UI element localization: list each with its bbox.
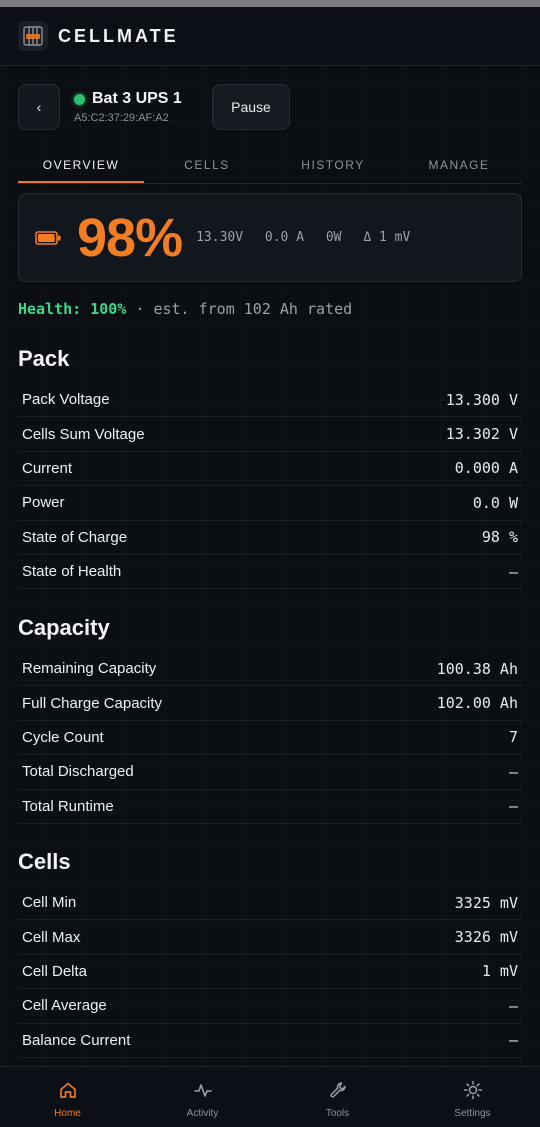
row-label: State of Charge — [22, 528, 128, 546]
device-info: Bat 3 UPS 1 A5:C2:37:29:AF:A2 — [74, 90, 200, 124]
health-note: · est. from 102 Ah rated — [135, 300, 353, 318]
cells-row: Cell Delta 1 mV — [18, 955, 522, 990]
row-label: Remaining Capacity — [22, 660, 157, 678]
row-value: 3325 mV — [454, 893, 518, 912]
nav-activity[interactable]: Activity — [135, 1067, 270, 1127]
app-title: CELLMATE — [58, 25, 179, 46]
pack-section-title: Pack — [18, 346, 70, 371]
row-value: 13.300 V — [445, 390, 518, 409]
pack-row: State of Health – — [18, 555, 522, 590]
cells-row: Balance Current – — [18, 1024, 522, 1058]
wrench-icon — [328, 1080, 348, 1105]
row-label: Cell Average — [22, 997, 107, 1015]
summary-card: 98% 13.30V 0.0 A 0W Δ 1 mV — [18, 193, 522, 282]
cells-section-title: Cells — [18, 849, 71, 874]
row-value: 102.00 Ah — [436, 694, 518, 713]
summary-power: 0W — [325, 230, 342, 245]
row-label: Balance Current — [22, 1031, 131, 1049]
row-label: Power — [22, 494, 65, 512]
device-mac: A5:C2:37:29:AF:A2 — [74, 112, 169, 124]
nav-label: Settings — [454, 1108, 491, 1119]
app-bar: CELLMATE — [0, 7, 540, 66]
row-label: State of Health — [22, 563, 122, 581]
activity-icon — [193, 1080, 213, 1105]
row-value: 98 % — [481, 528, 518, 547]
cells-row: Cell Average – — [18, 989, 522, 1024]
row-value: 3326 mV — [454, 928, 518, 947]
pack-row: State of Charge 98 % — [18, 521, 522, 555]
health-label: Health: — [18, 300, 82, 318]
capacity-row: Full Charge Capacity 102.00 Ah — [18, 686, 522, 721]
row-value: – — [508, 1031, 518, 1050]
summary-metrics: 13.30V 0.0 A 0W Δ 1 mV — [196, 230, 424, 245]
state-of-charge: 98% — [77, 207, 183, 268]
battery-icon — [35, 230, 61, 245]
summary-delta: Δ 1 mV — [363, 230, 411, 245]
capacity-row: Cycle Count 7 — [18, 721, 522, 756]
home-icon — [58, 1080, 78, 1105]
tab-history[interactable]: HISTORY — [270, 146, 396, 183]
device-name: Bat 3 UPS 1 — [92, 90, 182, 107]
health-line: Health: 100% · est. from 102 Ah rated — [18, 300, 352, 318]
tab-manage[interactable]: MANAGE — [396, 146, 522, 183]
capacity-row: Total Runtime – — [18, 790, 522, 824]
tab-cells[interactable]: CELLS — [144, 146, 270, 183]
row-value: 7 — [508, 728, 518, 747]
cells-row: Cell Min 3325 mV — [18, 886, 522, 921]
chevron-left-icon: ‹ — [36, 99, 42, 115]
row-label: Cycle Count — [22, 728, 104, 746]
tab-overview[interactable]: OVERVIEW — [18, 146, 144, 183]
row-value: – — [508, 562, 518, 581]
row-value: – — [508, 996, 518, 1015]
row-label: Total Runtime — [22, 797, 114, 815]
pack-row: Cells Sum Voltage 13.302 V — [18, 417, 522, 452]
tab-bar: OVERVIEW CELLS HISTORY MANAGE — [18, 146, 522, 184]
row-label: Full Charge Capacity — [22, 694, 163, 712]
nav-label: Tools — [325, 1108, 350, 1119]
capacity-list: Remaining Capacity 100.38 Ah Full Charge … — [18, 652, 522, 824]
nav-label: Home — [54, 1108, 81, 1119]
pack-row: Pack Voltage 13.300 V — [18, 383, 522, 418]
nav-settings[interactable]: Settings — [405, 1067, 540, 1127]
capacity-row: Remaining Capacity 100.38 Ah — [18, 652, 522, 687]
capacity-row: Total Discharged – — [18, 755, 522, 790]
row-value: – — [508, 797, 518, 816]
cells-row: Cell Max 3326 mV — [18, 920, 522, 955]
summary-voltage: 13.30V — [196, 230, 244, 245]
back-button[interactable]: ‹ — [18, 84, 60, 130]
nav-label: Activity — [186, 1108, 219, 1119]
row-value: 13.302 V — [445, 425, 518, 444]
bottom-nav: Home Activity Tools Settings — [0, 1066, 540, 1127]
sun-gear-icon — [463, 1080, 483, 1105]
status-strip — [0, 0, 540, 7]
row-label: Cells Sum Voltage — [22, 425, 145, 443]
pack-list: Pack Voltage 13.300 V Cells Sum Voltage 13… — [18, 383, 522, 590]
device-header: ‹ Bat 3 UPS 1 A5:C2:37:29:AF:A2 Pause — [18, 84, 522, 130]
pause-button[interactable]: Pause — [212, 84, 290, 130]
row-value: 1 mV — [481, 962, 518, 981]
summary-current: 0.0 A — [264, 230, 305, 245]
row-label: Cell Min — [22, 894, 77, 912]
row-value: 0.0 W — [472, 493, 518, 512]
row-label: Cell Delta — [22, 962, 88, 980]
row-label: Pack Voltage — [22, 391, 110, 409]
row-value: – — [508, 762, 518, 781]
pack-row: Power 0.0 W — [18, 486, 522, 521]
row-label: Current — [22, 459, 73, 477]
capacity-section-title: Capacity — [18, 615, 110, 640]
nav-tools[interactable]: Tools — [270, 1067, 405, 1127]
row-value: 0.000 A — [454, 459, 518, 478]
pack-row: Current 0.000 A — [18, 452, 522, 487]
row-value: 100.38 Ah — [436, 659, 518, 678]
cells-list: Cell Min 3325 mV Cell Max 3326 mV Cell Del… — [18, 886, 522, 1058]
logo-icon — [18, 21, 48, 51]
health-value: 100% — [90, 300, 127, 318]
row-label: Cell Max — [22, 928, 81, 946]
connection-status-dot — [74, 93, 85, 105]
nav-home[interactable]: Home — [0, 1067, 135, 1127]
row-label: Total Discharged — [22, 763, 134, 781]
